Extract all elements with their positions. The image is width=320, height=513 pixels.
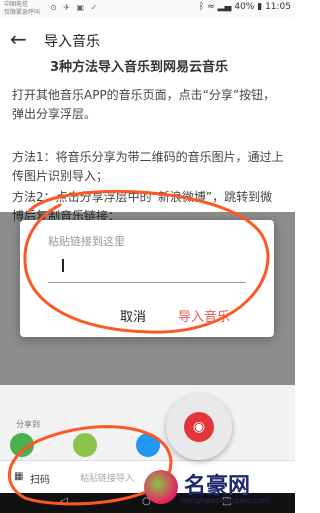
site-watermark: 名豪网 minghaoshangwu.com [140, 468, 295, 513]
watermark-logo [144, 470, 178, 504]
watermark-url: minghaoshangwu.com [180, 496, 271, 505]
annotation-overlay [7, 189, 270, 506]
annotation-circle-dialog [23, 189, 270, 334]
